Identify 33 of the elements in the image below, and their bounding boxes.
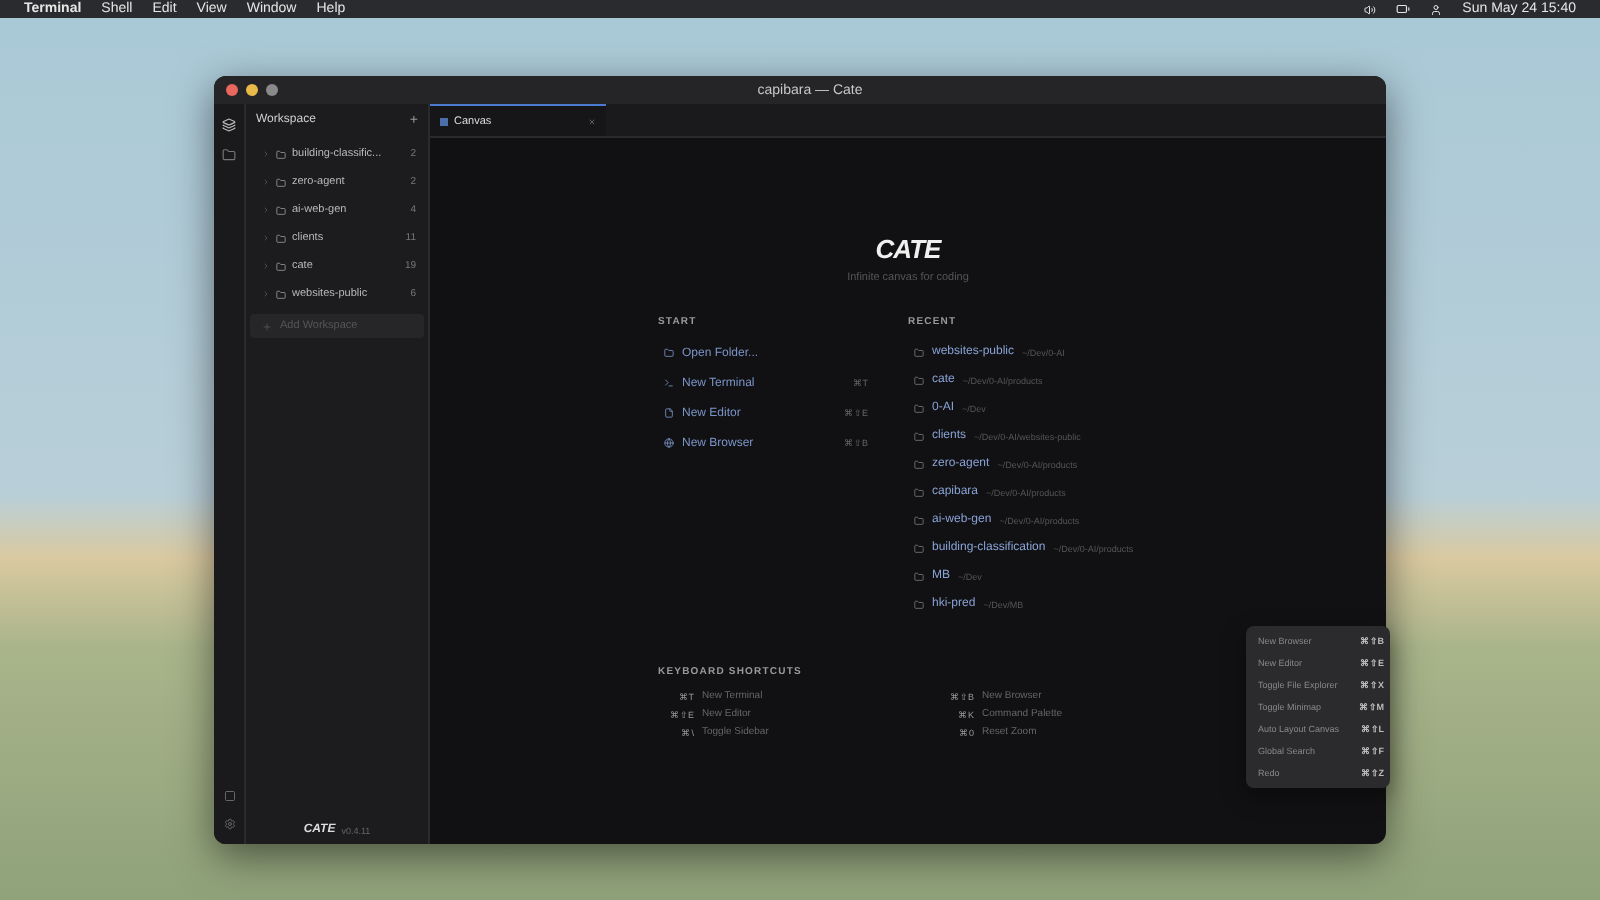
folder-icon (276, 233, 286, 243)
plus-icon (262, 321, 272, 331)
folder-icon (914, 571, 924, 581)
folder-icon (914, 431, 924, 441)
canvas-icon (440, 117, 448, 125)
folder-icon (276, 149, 286, 159)
folder-icon (914, 375, 924, 385)
terminal-icon (664, 378, 674, 388)
cate-logo: CATE (875, 234, 941, 264)
folder-icon (276, 177, 286, 187)
folder-icon (914, 403, 924, 413)
folder-icon (914, 515, 924, 525)
square-icon[interactable] (223, 790, 235, 802)
close-button[interactable] (226, 84, 238, 96)
file-icon (664, 408, 674, 418)
folder-icon (914, 347, 924, 357)
minimize-button[interactable] (246, 84, 258, 96)
folder-icon (914, 543, 924, 553)
layers-icon[interactable] (222, 118, 236, 132)
folder-icon (914, 459, 924, 469)
zoom-button[interactable] (266, 84, 278, 96)
volume-icon[interactable] (1364, 3, 1377, 15)
settings-icon[interactable] (223, 818, 235, 830)
user-icon[interactable] (1430, 3, 1443, 15)
folder-icon (664, 348, 674, 358)
battery-icon[interactable] (1396, 2, 1411, 16)
folder-icon (914, 487, 924, 497)
folder-icon (276, 289, 286, 299)
folder-icon (276, 261, 286, 271)
folder-icon (276, 205, 286, 215)
folder-icon[interactable] (222, 148, 236, 162)
folder-icon (914, 599, 924, 609)
globe-icon (664, 438, 674, 448)
